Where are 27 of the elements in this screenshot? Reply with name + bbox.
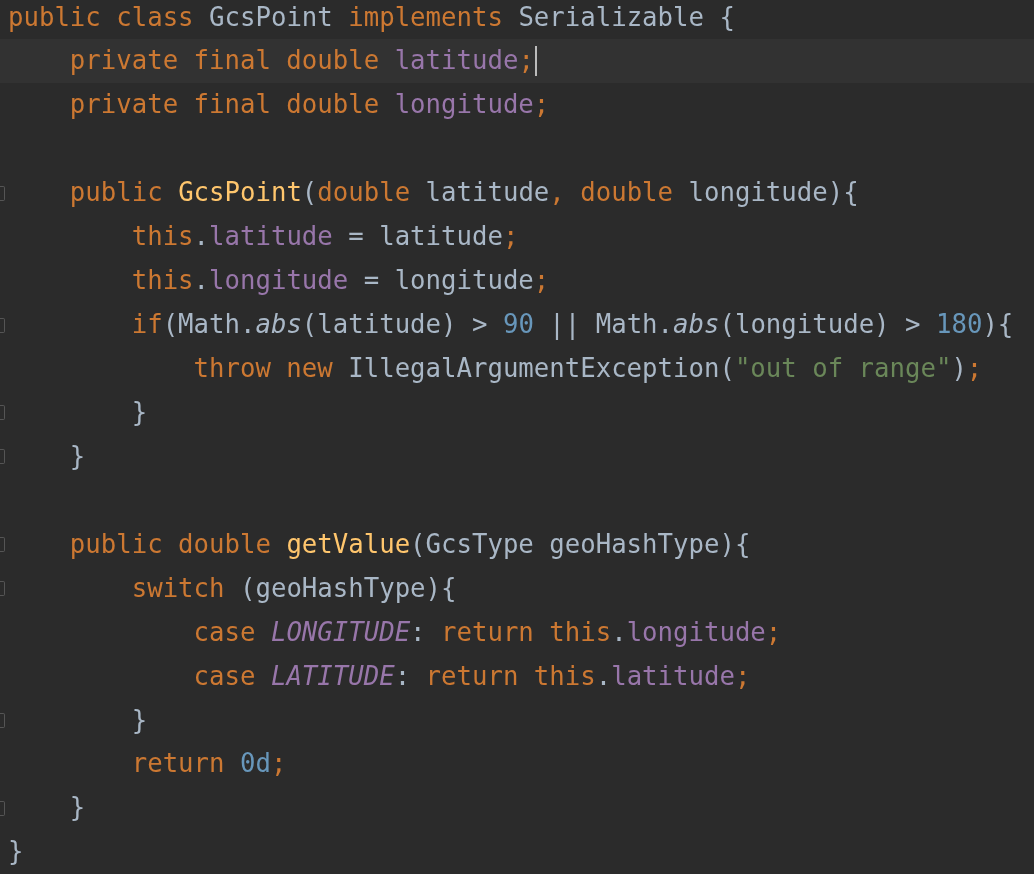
- code-line: return 0d;: [130, 748, 287, 780]
- code-line: public double getValue(GcsType geoHashType){: [68, 528, 751, 560]
- text-cursor: [534, 45, 537, 76]
- code-line: case LATITUDE: return this.latitude;: [192, 660, 751, 692]
- code-line: }: [68, 440, 86, 472]
- code-line: }: [68, 792, 86, 824]
- code-line: }: [8, 836, 24, 868]
- code-line: this.latitude = latitude;: [130, 221, 519, 253]
- code-line: switch (geoHashType){: [130, 572, 457, 604]
- code-line: private final double longitude;: [68, 89, 550, 121]
- fold-marker-icon[interactable]: [0, 317, 5, 333]
- code-line: case LONGITUDE: return this.longitude;: [192, 616, 782, 648]
- code-line: if(Math.abs(latitude) > 90 || Math.abs(longitude) > 180){: [130, 309, 1014, 340]
- code-line: this.longitude = longitude;: [130, 265, 550, 296]
- code-line: throw new IllegalArgumentException("out of range");: [192, 353, 983, 384]
- fold-marker-icon[interactable]: [0, 449, 5, 465]
- code-line: private final double latitude;: [68, 45, 534, 77]
- code-line: public class GcsPoint implements Serializable {: [8, 1, 735, 33]
- code-line: }: [130, 704, 148, 736]
- fold-marker-icon[interactable]: [0, 581, 5, 597]
- code-line: }: [130, 397, 148, 428]
- fold-marker-icon[interactable]: [0, 405, 5, 421]
- code-line: public GcsPoint(double latitude, double longitude){: [68, 177, 859, 209]
- fold-marker-icon[interactable]: [0, 537, 5, 553]
- fold-marker-icon[interactable]: [0, 713, 5, 728]
- fold-marker-icon[interactable]: [0, 800, 5, 816]
- fold-marker-icon[interactable]: [0, 185, 5, 201]
